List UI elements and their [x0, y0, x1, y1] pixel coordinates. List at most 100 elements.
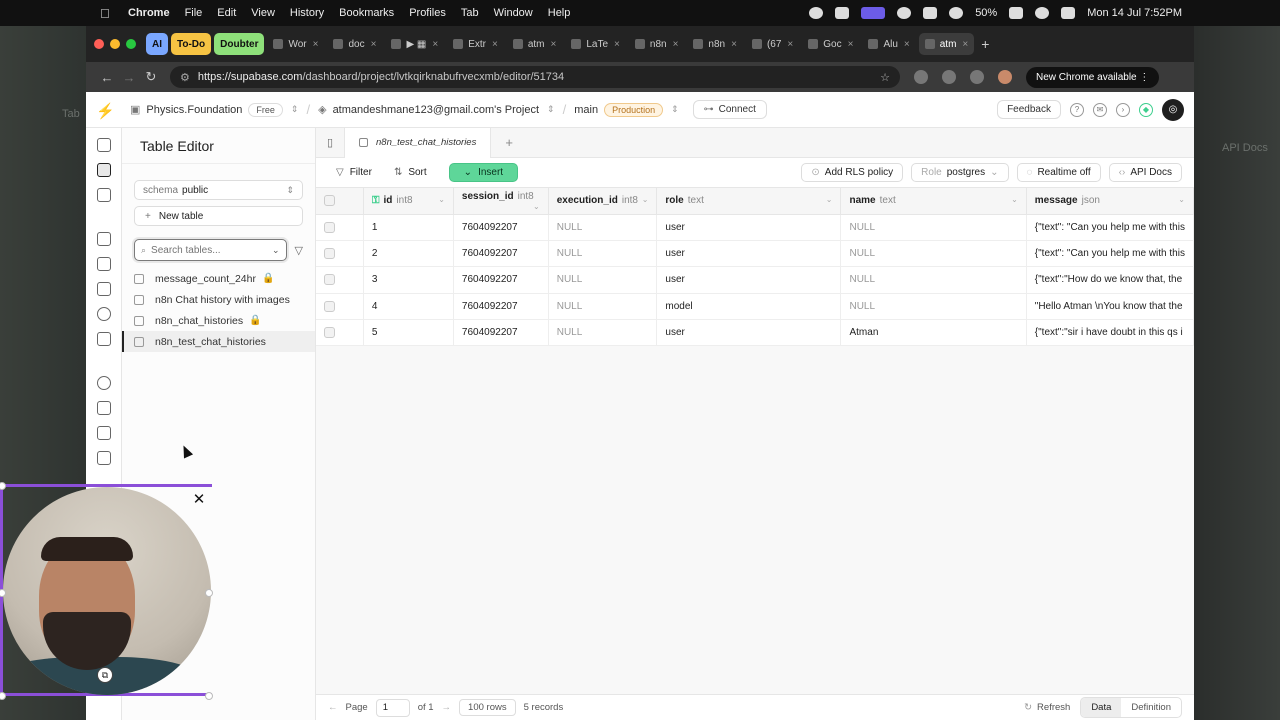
attachment-icon[interactable] [923, 7, 938, 19]
chevron-down-icon[interactable]: ⌄ [826, 195, 833, 204]
role-select[interactable]: Role postgres ⌄ [911, 163, 1009, 182]
chrome-update-button[interactable]: New Chrome available ⋮ [1026, 66, 1160, 88]
close-tab-icon[interactable]: × [848, 39, 854, 50]
resize-handle[interactable] [205, 589, 213, 597]
row-select-cell[interactable] [316, 293, 364, 321]
zoom-window-button[interactable] [126, 39, 136, 49]
account-avatar[interactable]: ◎ [1162, 98, 1184, 121]
profile-avatar[interactable] [998, 70, 1012, 84]
browser-tab[interactable]: Extr × [447, 33, 504, 55]
org-breadcrumb[interactable]: ▣ Physics.Foundation Free ⇕ [130, 102, 298, 117]
next-page-icon[interactable]: → [442, 702, 452, 713]
column-header[interactable]: name text ⌄ [840, 188, 1027, 215]
table-cell[interactable]: user [656, 240, 842, 268]
browser-tab[interactable]: ▶ ▦ × [385, 33, 444, 55]
navigation-icon[interactable] [809, 7, 824, 19]
table-row[interactable]: 2 7604092207 NULL user NULL {"text": "Can you… [316, 240, 1194, 268]
menu-bookmarks[interactable]: Bookmarks [339, 7, 394, 19]
control-center-icon[interactable] [1061, 7, 1076, 19]
filter-icon[interactable]: ▽ [295, 244, 303, 257]
table-cell[interactable]: 7604092207 [453, 266, 549, 294]
table-row[interactable]: 1 7604092207 NULL user NULL {"text": "Can you… [316, 214, 1194, 241]
table-cell[interactable]: Atman [840, 319, 1027, 347]
battery-icon[interactable] [1009, 7, 1024, 19]
table-cell[interactable]: NULL [548, 293, 658, 321]
sort-button[interactable]: ⇅ Sort [386, 164, 435, 181]
user-icon[interactable] [949, 7, 964, 19]
assistant-icon[interactable]: ◆ [1139, 102, 1153, 117]
browser-tab[interactable]: n8n × [629, 33, 685, 55]
extension-icon[interactable] [835, 7, 850, 19]
row-select-cell[interactable] [316, 319, 364, 347]
table-cell[interactable]: NULL [840, 240, 1027, 268]
menu-app-name[interactable]: Chrome [128, 7, 170, 19]
chevron-down-icon[interactable]: ⌄ [1178, 195, 1185, 204]
menu-edit[interactable]: Edit [217, 7, 236, 19]
supabase-logo-icon[interactable]: ⚡ [96, 102, 115, 120]
forward-icon[interactable]: → [118, 70, 140, 85]
table-cell[interactable]: 7604092207 [453, 319, 549, 347]
sidebar-table-item[interactable]: message_count_24hr 🔒 [122, 268, 315, 289]
tab-group-chip[interactable]: To-Do [171, 33, 212, 55]
play-icon[interactable] [897, 7, 912, 19]
realtime-icon[interactable] [96, 307, 111, 321]
table-cell[interactable]: "Hello Atman \nYou know that the [1026, 293, 1194, 321]
wifi-icon[interactable] [1035, 7, 1050, 19]
browser-tab[interactable]: atm × [507, 33, 563, 55]
reports-icon[interactable] [96, 401, 111, 415]
row-checkbox[interactable] [324, 274, 335, 286]
bookmark-star-icon[interactable]: ☆ [880, 71, 890, 84]
table-cell[interactable]: 7604092207 [453, 214, 549, 241]
table-cell[interactable]: 3 [363, 266, 454, 294]
close-webcam-icon[interactable]: ✕ [192, 492, 206, 507]
cast-icon[interactable] [970, 70, 984, 84]
table-cell[interactable]: 5 [363, 319, 454, 347]
swap-camera-icon[interactable]: ⧉ [97, 667, 113, 683]
select-all-cell[interactable] [316, 188, 364, 215]
reload-icon[interactable]: ↻ [140, 69, 162, 85]
table-cell[interactable]: NULL [548, 240, 658, 268]
insert-button[interactable]: ⌄ Insert [448, 163, 519, 182]
table-cell[interactable]: NULL [840, 293, 1027, 321]
table-cell[interactable]: 1 [363, 214, 454, 241]
refresh-button[interactable]: ↻ Refresh [1024, 702, 1070, 713]
column-header[interactable]: execution_id int8 ⌄ [548, 188, 658, 215]
close-tab-icon[interactable]: × [432, 39, 438, 50]
column-header[interactable]: session_id int8 ⌄ [453, 188, 549, 215]
row-select-cell[interactable] [316, 240, 364, 268]
project-breadcrumb[interactable]: ◈ atmandeshmane123@gmail.com's Project ⇕ [318, 103, 555, 117]
menu-tab[interactable]: Tab [461, 7, 479, 19]
close-tab-icon[interactable]: × [614, 39, 620, 50]
terminal-icon[interactable]: › [1116, 102, 1130, 117]
resize-handle[interactable] [0, 482, 6, 490]
close-tab-icon[interactable]: × [962, 39, 968, 50]
row-checkbox[interactable] [324, 300, 335, 312]
close-tab-icon[interactable]: × [551, 39, 557, 50]
branch-breadcrumb[interactable]: main Production ⇕ [574, 102, 679, 117]
chevron-down-icon[interactable]: ⌄ [533, 202, 540, 211]
table-row[interactable]: 3 7604092207 NULL user NULL {"text":"How do w… [316, 266, 1194, 294]
menu-help[interactable]: Help [548, 7, 571, 19]
browser-tab[interactable]: LaTe × [565, 33, 626, 55]
table-cell[interactable]: user [656, 266, 842, 294]
table-row[interactable]: 4 7604092207 NULL model NULL "Hello Atman \nY… [316, 293, 1194, 321]
menu-profiles[interactable]: Profiles [409, 7, 446, 19]
feedback-button[interactable]: Feedback [997, 100, 1061, 119]
api-docs-button[interactable]: ‹› API Docs [1108, 163, 1182, 182]
table-cell[interactable]: {"text":"How do we know that, the [1026, 266, 1194, 294]
tab-group-chip[interactable]: Doubter [214, 33, 265, 55]
inbox-icon[interactable]: ✉ [1093, 102, 1107, 117]
close-window-button[interactable] [94, 39, 104, 49]
table-cell[interactable]: NULL [548, 214, 658, 241]
rows-per-page-select[interactable]: 100 rows [459, 699, 516, 716]
table-cell[interactable]: 7604092207 [453, 293, 549, 321]
table-cell[interactable]: NULL [548, 319, 658, 347]
table-cell[interactable]: NULL [840, 214, 1027, 241]
edge-functions-icon[interactable] [96, 332, 111, 346]
tab-table[interactable]: n8n_test_chat_histories [344, 127, 492, 158]
close-tab-icon[interactable]: × [492, 39, 498, 50]
row-checkbox[interactable] [324, 327, 335, 339]
sidebar-table-item[interactable]: n8n_test_chat_histories [122, 331, 315, 352]
extensions-puzzle-icon[interactable] [942, 70, 956, 84]
close-tab-icon[interactable]: × [313, 39, 319, 50]
